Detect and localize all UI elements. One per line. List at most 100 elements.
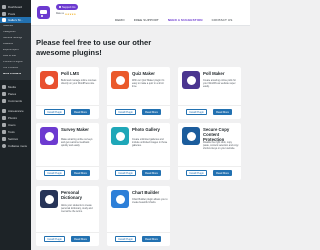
read-more-button[interactable]: Read More [142, 170, 161, 176]
submenu-item-general-settings[interactable]: General Settings [0, 37, 31, 40]
sidebar-item-comments[interactable]: Comments [0, 98, 31, 104]
plugin-description: Chart Builder plugin allows you to creat… [132, 198, 168, 205]
submenu-item-premium[interactable]: Premium Plugins [0, 61, 31, 64]
plugin-description: With our Quiz Maker plugin it's easy to … [132, 79, 165, 89]
plugin-card: Survey Maker Make amazing online surveys … [36, 123, 99, 180]
install-plugin-button[interactable]: Install Plugin [115, 236, 136, 242]
install-plugin-button[interactable]: Install Plugin [44, 109, 65, 115]
chart-icon [111, 190, 129, 208]
plugin-name: Poll Maker [203, 71, 225, 76]
lms-icon [40, 71, 58, 89]
submenu-item-galleries[interactable]: Galleries [0, 25, 31, 28]
users-icon [2, 123, 6, 127]
read-more-button[interactable]: Read More [142, 236, 161, 242]
gallery-menu-icon [2, 18, 6, 22]
plugin-description: Build and manage online courses directly… [61, 79, 97, 86]
submenu-item-categories[interactable]: Categories [0, 31, 31, 34]
install-plugin-button[interactable]: Install Plugin [186, 109, 207, 115]
rating-line[interactable]: Rate us ★★★★★ [56, 12, 76, 16]
plugin-description: Create unlimited galleries and include u… [132, 138, 168, 148]
submenu-item-how-to-use[interactable]: How to use [0, 55, 31, 58]
plugin-name: Poll LMS [61, 71, 80, 76]
plugin-card: Secure Copy Content Protection Disable th… [178, 123, 241, 180]
plugin-description: Allow your students to create personal d… [61, 204, 93, 214]
submenu-item-features[interactable]: Features [0, 43, 31, 46]
admin-sidebar: Dashboard Posts Gallery M... Galleries C… [0, 0, 31, 250]
sidebar-item-media[interactable]: Media [0, 84, 31, 90]
install-plugin-button[interactable]: Install Plugin [186, 170, 207, 176]
install-plugin-button[interactable]: Install Plugin [115, 109, 136, 115]
plugin-card-footer: Install Plugin Read More [107, 232, 170, 246]
sidebar-item-dashboard[interactable]: Dashboard [0, 4, 31, 10]
sidebar-item-users[interactable]: Users [0, 122, 31, 128]
comments-icon [2, 99, 6, 103]
plugin-description: Disable the right click, copy paste, con… [203, 141, 239, 151]
quiz-icon [111, 71, 129, 89]
tools-icon [2, 130, 6, 134]
submenu-item-our-products[interactable]: Our Products [0, 67, 31, 70]
plugin-card: Poll LMS Build and manage online courses … [36, 67, 99, 119]
secure-copy-icon [182, 127, 200, 145]
dashboard-icon [2, 5, 6, 9]
read-more-button[interactable]: Read More [213, 170, 232, 176]
read-more-button[interactable]: Read More [142, 109, 161, 115]
plugin-card-footer: Install Plugin Read More [36, 166, 99, 180]
submenu-item-more-products[interactable]: More Products [0, 73, 31, 76]
plugin-name: Photo Gallery [132, 127, 160, 132]
plugin-name: Personal Dictionary [61, 190, 83, 200]
plugin-card: Personal Dictionary Allow your students t… [36, 186, 99, 246]
plugin-logo [37, 6, 50, 19]
sidebar-item-tools[interactable]: Tools [0, 129, 31, 135]
install-plugin-button[interactable]: Install Plugin [44, 236, 65, 242]
survey-icon [40, 127, 58, 145]
sidebar-item-settings[interactable]: Settings [0, 136, 31, 142]
gallery-icon [111, 127, 129, 145]
banner-nav: DEMO FREE SUPPORT NEED A SUGGESTION CONT… [115, 18, 241, 22]
chat-icon [59, 6, 61, 8]
read-more-button[interactable]: Read More [71, 109, 90, 115]
plugin-name: Secure Copy Content Protection [203, 127, 230, 142]
plugin-description: Create amazing online polls for your Wor… [203, 79, 236, 89]
install-plugin-button[interactable]: Install Plugin [44, 170, 65, 176]
poll-icon [182, 71, 200, 89]
read-more-button[interactable]: Read More [71, 170, 90, 176]
appearance-icon [2, 109, 6, 113]
sidebar-item-plugins[interactable]: Plugins [0, 115, 31, 121]
plugin-name: Quiz Maker [132, 71, 155, 76]
collapse-icon [2, 144, 6, 148]
read-more-button[interactable]: Read More [71, 236, 90, 242]
nav-need-suggestion[interactable]: NEED A SUGGESTION [168, 18, 203, 22]
posts-icon [2, 12, 6, 16]
plugin-card: Photo Gallery Create unlimited galleries … [107, 123, 170, 180]
plugin-description: Make amazing online surveys and get real… [61, 138, 93, 148]
plugins-icon [2, 116, 6, 120]
pages-icon [2, 92, 6, 96]
support-us-button[interactable]: Support Us [56, 4, 79, 10]
plugin-name: Survey Maker [61, 127, 89, 132]
submenu-item-export-import[interactable]: Export/Import [0, 49, 31, 52]
sidebar-item-appearance[interactable]: Appearance [0, 108, 31, 114]
settings-icon [2, 137, 6, 141]
nav-contact-us[interactable]: CONTACT US [212, 18, 233, 22]
collapse-menu-button[interactable]: Collapse menu [0, 143, 31, 149]
plugin-card-footer: Install Plugin Read More [36, 232, 99, 246]
nav-demo[interactable]: DEMO [115, 18, 125, 22]
dictionary-icon [40, 190, 58, 208]
sidebar-item-pages[interactable]: Pages [0, 91, 31, 97]
plugin-card: Poll Maker Create amazing online polls fo… [178, 67, 241, 119]
plugin-card-footer: Install Plugin Read More [107, 105, 170, 119]
sidebar-submenu: Galleries Categories General Settings Fe… [0, 23, 31, 80]
plugin-card-footer: Install Plugin Read More [36, 105, 99, 119]
read-more-button[interactable]: Read More [213, 109, 232, 115]
page-title: Please feel free to use our other awesom… [36, 38, 152, 57]
media-icon [2, 85, 6, 89]
plugin-name: Chart Builder [132, 190, 160, 195]
plugin-card-footer: Install Plugin Read More [178, 105, 241, 119]
plugin-card: Chart Builder Chart Builder plugin allows… [107, 186, 170, 246]
plugin-card-footer: Install Plugin Read More [107, 166, 170, 180]
plugin-card-footer: Install Plugin Read More [178, 166, 241, 180]
plugin-card: Quiz Maker With our Quiz Maker plugin it'… [107, 67, 170, 119]
nav-free-support[interactable]: FREE SUPPORT [134, 18, 159, 22]
install-plugin-button[interactable]: Install Plugin [115, 170, 136, 176]
plugin-banner: Support Us Rate us ★★★★★ DEMO FREE SUPPO… [31, 0, 250, 26]
